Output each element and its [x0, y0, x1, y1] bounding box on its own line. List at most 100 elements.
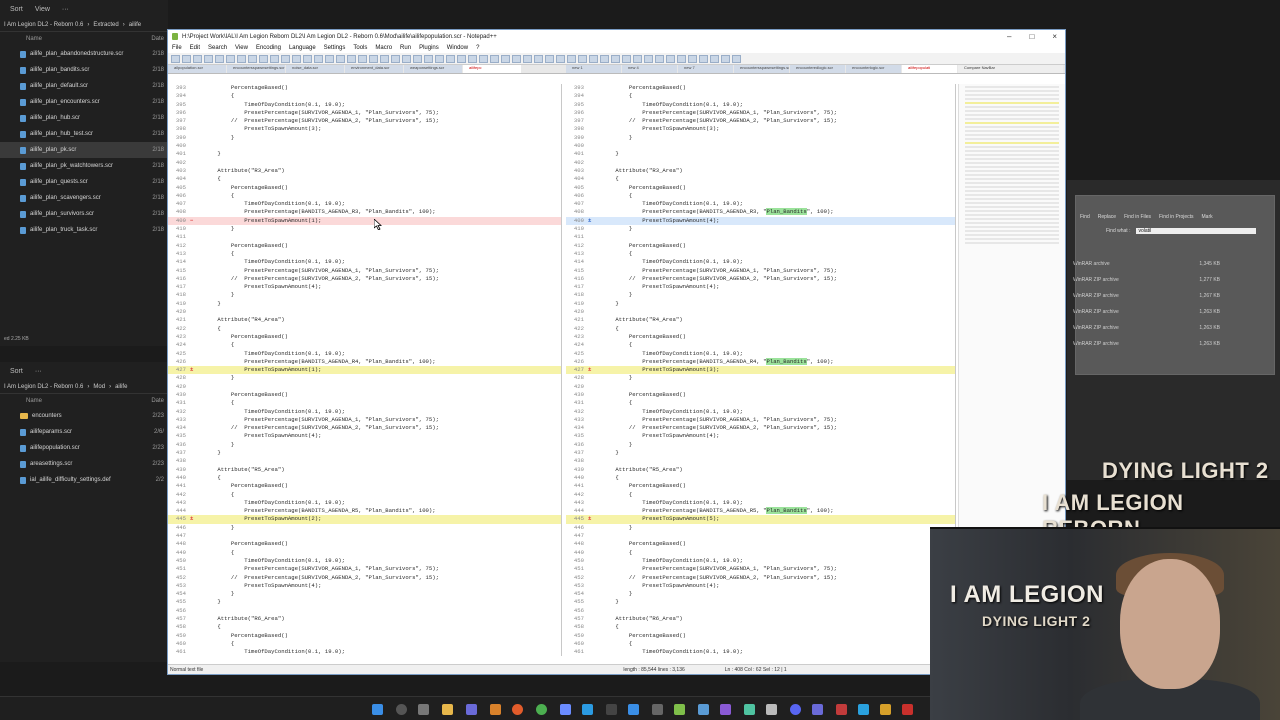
code-line[interactable]: 449 {: [566, 549, 955, 557]
toolbar-button-icon[interactable]: [732, 54, 741, 63]
code-line[interactable]: 458 {: [168, 623, 561, 631]
toolbar-button-icon[interactable]: [468, 54, 477, 63]
code-line[interactable]: 424 {: [566, 341, 955, 349]
code-line[interactable]: 439 Attribute("R5_Area"): [168, 466, 561, 474]
code-line[interactable]: 440 {: [566, 474, 955, 482]
code-line[interactable]: 430 PercentageBased(): [566, 391, 955, 399]
file-row[interactable]: encounters 2/23: [0, 408, 168, 424]
toolbar-button-icon[interactable]: [677, 54, 686, 63]
toolbar-button-icon[interactable]: [545, 54, 554, 63]
file-tab[interactable]: ailifepopulati: [902, 65, 957, 73]
code-line[interactable]: 456: [168, 607, 561, 615]
file-tab[interactable]: ailifepc: [463, 65, 521, 73]
close-icon[interactable]: ×: [1052, 32, 1057, 41]
notepadpp-taskbar-icon[interactable]: [674, 704, 685, 715]
code-line[interactable]: 398 PresetToSpawnAmount(3);: [566, 125, 955, 133]
code-line[interactable]: 417 PresetToSpawnAmount(4);: [566, 283, 955, 291]
toolbar-button-icon[interactable]: [556, 54, 565, 63]
code-line[interactable]: 410 }: [566, 225, 955, 233]
file-tab[interactable]: new 4: [622, 65, 677, 73]
file-tab[interactable]: ailpopulation.scr: [168, 65, 226, 73]
code-line[interactable]: 400: [566, 142, 955, 150]
code-line[interactable]: 461 TimeOfDayCondition(0.1, 19.0);: [566, 648, 955, 656]
more-button[interactable]: ···: [62, 6, 69, 13]
code-line[interactable]: 411: [168, 233, 561, 241]
menu-item[interactable]: Tools: [353, 45, 367, 51]
code-line[interactable]: 418 }: [566, 291, 955, 299]
code-line[interactable]: 406 {: [168, 192, 561, 200]
column-date[interactable]: Date: [151, 36, 168, 42]
code-line[interactable]: 436 }: [566, 441, 955, 449]
code-line[interactable]: 402: [168, 159, 561, 167]
code-line[interactable]: 438: [566, 457, 955, 465]
file-tab[interactable]: weaponsettings.scr: [404, 65, 462, 73]
toolbar-button-icon[interactable]: [688, 54, 697, 63]
toolbar-button-icon[interactable]: [490, 54, 499, 63]
sort-button[interactable]: Sort: [10, 368, 23, 375]
breadcrumb[interactable]: I Am Legion DL2 - Reborn 0.6 › Mod › ail…: [0, 380, 168, 394]
code-line[interactable]: 455 }: [566, 598, 955, 606]
toolbar-button-icon[interactable]: [182, 54, 191, 63]
file-row[interactable]: ailife_plan_hub_test.scr 2/18: [0, 126, 168, 142]
toolbar-button-icon[interactable]: [644, 54, 653, 63]
code-line[interactable]: 442 {: [566, 491, 955, 499]
app-icon[interactable]: [766, 704, 777, 715]
code-line[interactable]: 432 TimeOfDayCondition(0.1, 19.0);: [566, 408, 955, 416]
code-line[interactable]: 442 {: [168, 491, 561, 499]
code-line[interactable]: 401 }: [566, 150, 955, 158]
toolbar-button-icon[interactable]: [457, 54, 466, 63]
code-line[interactable]: 425 TimeOfDayCondition(0.1, 19.0);: [566, 350, 955, 358]
menu-item[interactable]: Edit: [190, 45, 200, 51]
file-row[interactable]: ial_ailife_difficulty_settings.def 2/2: [0, 472, 168, 488]
code-line[interactable]: 460 {: [566, 640, 955, 648]
code-line[interactable]: 435 PresetToSpawnAmount(4);: [168, 432, 561, 440]
code-line[interactable]: 409− PresetToSpawnAmount(1);: [168, 216, 561, 226]
menu-item[interactable]: View: [235, 45, 248, 51]
menu-item[interactable]: Run: [400, 45, 411, 51]
code-line[interactable]: 418 }: [168, 291, 561, 299]
start-icon[interactable]: [372, 704, 383, 715]
minimize-icon[interactable]: –: [1007, 32, 1011, 41]
code-line[interactable]: 454 }: [566, 590, 955, 598]
file-tab[interactable]: encounteredlogic.scr: [790, 65, 845, 73]
toolbar-button-icon[interactable]: [303, 54, 312, 63]
code-line[interactable]: 396 PresetPercentage(SURVIVOR_AGENDA_1, …: [168, 109, 561, 117]
toolbar-button-icon[interactable]: [578, 54, 587, 63]
code-line[interactable]: 417 PresetToSpawnAmount(4);: [168, 283, 561, 291]
toolbar-button-icon[interactable]: [655, 54, 664, 63]
code-line[interactable]: 455 }: [168, 598, 561, 606]
find-what-input[interactable]: volatil: [1136, 228, 1257, 234]
code-line[interactable]: 412 PercentageBased(): [168, 242, 561, 250]
code-line[interactable]: 433 PresetPercentage(SURVIVOR_AGENDA_1, …: [566, 416, 955, 424]
code-line[interactable]: 445 ± PresetToSpawnAmount(2);: [168, 515, 561, 524]
code-line[interactable]: 444 PresetPercentage(BANDITS_AGENDA_R5, …: [168, 507, 561, 515]
code-line[interactable]: 443 TimeOfDayCondition(0.1, 19.0);: [168, 499, 561, 507]
app-icon[interactable]: [606, 704, 617, 715]
code-line[interactable]: 452 // PresetPercentage(SURVIVOR_AGENDA_…: [168, 574, 561, 582]
toolbar-button-icon[interactable]: [314, 54, 323, 63]
code-line[interactable]: 399 }: [566, 134, 955, 142]
toolbar-button-icon[interactable]: [523, 54, 532, 63]
breadcrumb[interactable]: I Am Legion DL2 - Reborn 0.6 › Extracted…: [0, 18, 168, 32]
code-line[interactable]: 438: [168, 457, 561, 465]
code-line[interactable]: 425 TimeOfDayCondition(0.1, 19.0);: [168, 350, 561, 358]
toolbar-button-icon[interactable]: [204, 54, 213, 63]
app-icon[interactable]: [490, 704, 501, 715]
code-line[interactable]: 419 }: [168, 300, 561, 308]
toolbar-button-icon[interactable]: [215, 54, 224, 63]
menu-item[interactable]: File: [172, 45, 182, 51]
code-line[interactable]: 440 {: [168, 474, 561, 482]
firefox-icon[interactable]: [512, 704, 523, 715]
code-line[interactable]: 429: [566, 383, 955, 391]
chrome-icon[interactable]: [536, 704, 547, 715]
code-line[interactable]: 394 {: [566, 92, 955, 100]
code-line[interactable]: 429: [168, 383, 561, 391]
toolbar-button-icon[interactable]: [424, 54, 433, 63]
find-tab[interactable]: Find in Files: [1124, 214, 1151, 220]
file-row[interactable]: ailifepopulation.scr 2/23: [0, 440, 168, 456]
file-row[interactable]: ailife_plan_default.scr 2/18: [0, 78, 168, 94]
toolbar-button-icon[interactable]: [193, 54, 202, 63]
code-line[interactable]: 414 TimeOfDayCondition(0.1, 19.0);: [566, 258, 955, 266]
toolbar-button-icon[interactable]: [336, 54, 345, 63]
code-line[interactable]: 393 PercentageBased(): [168, 84, 561, 92]
